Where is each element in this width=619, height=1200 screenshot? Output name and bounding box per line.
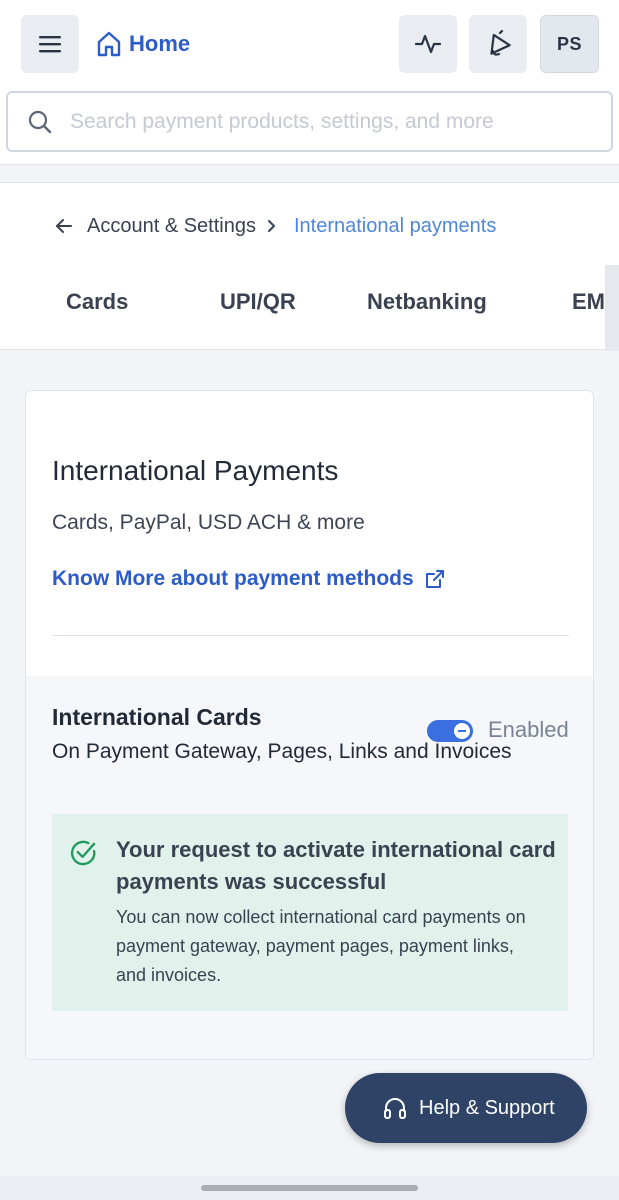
chevron-right-icon	[267, 220, 275, 232]
headset-icon	[384, 1098, 406, 1119]
announcements-button[interactable]	[469, 15, 527, 73]
card-subtitle: Cards, PayPal, USD ACH & more	[52, 511, 365, 534]
breadcrumb-current: International payments	[293, 214, 497, 237]
toggle-knob	[454, 723, 470, 739]
know-more-link[interactable]: Know More about payment methods	[52, 567, 446, 591]
payment-method-tabs: Cards UPI/QR Netbanking EMI	[0, 289, 619, 323]
megaphone-icon	[490, 30, 511, 56]
avatar[interactable]: PS	[540, 15, 599, 73]
breadcrumb-parent[interactable]: Account & Settings	[87, 215, 256, 238]
divider	[52, 635, 569, 636]
card-title: International Payments	[52, 455, 339, 486]
activity-icon	[415, 34, 441, 54]
home-label: Home	[129, 31, 191, 56]
help-support-button[interactable]: Help & Support	[345, 1073, 587, 1143]
success-banner: Your request to activate international c…	[52, 814, 568, 1011]
tab-upi-qr[interactable]: UPI/QR	[220, 289, 296, 315]
international-payments-card: International Payments Cards, PayPal, US…	[25, 390, 594, 1060]
search-input[interactable]	[70, 109, 610, 134]
system-navigation-bar	[0, 1176, 619, 1200]
section-title: International Cards	[52, 704, 262, 730]
home-icon	[97, 31, 121, 57]
section-subtitle: On Payment Gateway, Pages, Links and Inv…	[52, 740, 512, 763]
home-link[interactable]: Home	[97, 28, 190, 60]
international-cards-section: International Cards On Payment Gateway, …	[26, 676, 593, 1059]
external-link-icon	[425, 570, 444, 588]
home-indicator[interactable]	[201, 1185, 418, 1191]
success-body: You can now collect international card p…	[116, 907, 526, 985]
know-more-label: Know More about payment methods	[52, 567, 414, 590]
success-title: Your request to activate international c…	[116, 837, 556, 894]
menu-button[interactable]	[21, 15, 79, 73]
toggle-status-label: Enabled	[488, 717, 569, 742]
check-circle-icon	[70, 840, 96, 866]
tabs-scroll-fade	[605, 265, 619, 351]
back-arrow-icon[interactable]	[54, 216, 74, 236]
search-icon	[28, 110, 52, 133]
avatar-initials: PS	[556, 33, 582, 54]
international-cards-toggle[interactable]	[427, 720, 473, 742]
settings-nav-panel: Account & Settings International payment…	[0, 182, 619, 351]
hamburger-icon	[39, 36, 61, 53]
activity-button[interactable]	[399, 15, 457, 73]
search-bar[interactable]	[6, 91, 613, 152]
help-support-label: Help & Support	[419, 1096, 555, 1119]
tab-netbanking[interactable]: Netbanking	[367, 289, 487, 315]
tab-cards[interactable]: Cards	[66, 289, 128, 315]
top-bar: Home PS	[0, 0, 619, 165]
breadcrumb: Account & Settings International payment…	[54, 213, 496, 239]
